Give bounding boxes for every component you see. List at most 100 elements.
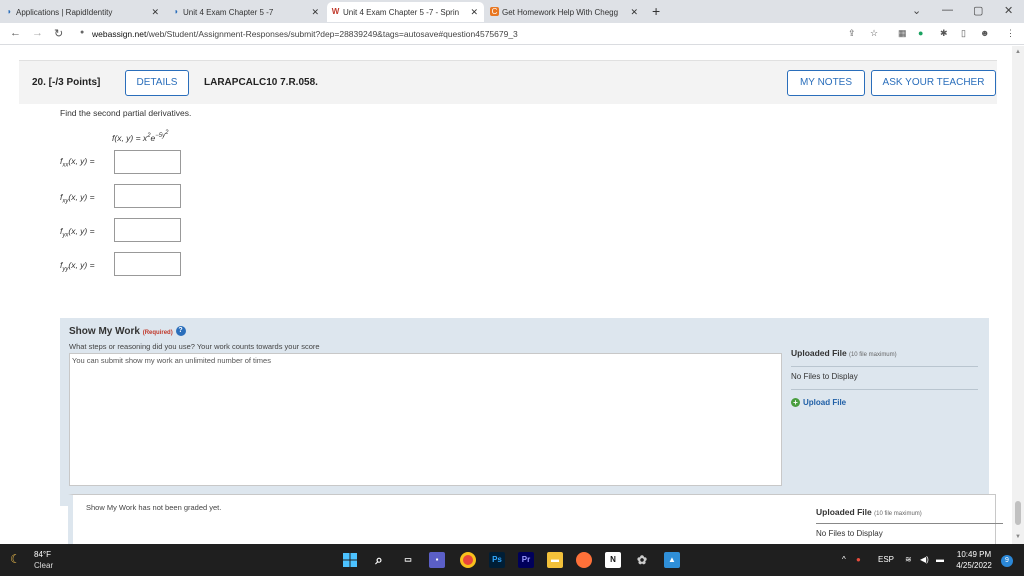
question-prompt: Find the second partial derivatives.	[60, 108, 192, 118]
address-path: /web/Student/Assignment-Responses/submit…	[146, 29, 518, 39]
browser-toolbar: ← → ↻ ● webassign.net/web/Student/Assign…	[0, 23, 1024, 45]
forward-arrow-icon[interactable]: →	[32, 27, 43, 39]
minimize-icon[interactable]: —	[942, 4, 953, 16]
tab-search-chevron-icon[interactable]: ⌄	[912, 4, 921, 17]
volume-icon[interactable]: ◀)	[920, 555, 929, 564]
question-header: 20. [-/3 Points] DETAILS LARAPCALC10 7.R…	[19, 60, 997, 104]
share-icon[interactable]: ⇪	[848, 28, 856, 39]
tab-close-icon[interactable]: ✕	[630, 7, 638, 18]
answer-input-fxy[interactable]	[114, 184, 181, 208]
profile-avatar-icon[interactable]: ☻	[980, 28, 989, 38]
weather-temperature: 84°F	[34, 550, 51, 559]
chrome-icon[interactable]	[460, 552, 476, 568]
show-my-work-heading: Show My Work	[69, 326, 140, 337]
show-hidden-icons-chevron-icon[interactable]: ^	[842, 555, 846, 564]
system-clock[interactable]: 10:49 PM 4/25/2022	[950, 549, 998, 571]
tab-close-icon[interactable]: ✕	[470, 7, 478, 18]
menu-kebab-icon[interactable]: ⋮	[1006, 28, 1015, 39]
tab-chegg[interactable]: C Get Homework Help With Chegg ✕	[486, 2, 644, 22]
add-circle-icon: +	[791, 398, 800, 407]
tab-unit4-exam-spring[interactable]: W Unit 4 Exam Chapter 5 -7 - Sprin ✕	[327, 2, 484, 22]
derivative-args: (x, y) =	[68, 260, 95, 270]
browser-tabstrip: ◑ Applications | RapidIdentity ✕ ◑ Unit …	[0, 0, 1024, 23]
page-content: 20. [-/3 Points] DETAILS LARAPCALC10 7.R…	[0, 46, 1012, 544]
my-notes-button[interactable]: MY NOTES	[787, 70, 865, 96]
graded-no-files-text: No Files to Display	[816, 529, 883, 538]
bookmark-star-icon[interactable]: ☆	[870, 28, 878, 39]
divider	[816, 523, 1003, 524]
derivative-args: (x, y) =	[68, 226, 95, 236]
photoshop-icon[interactable]: Ps	[489, 552, 505, 568]
question-number: 20. [-/3 Points]	[32, 77, 101, 88]
close-window-icon[interactable]: ✕	[1004, 4, 1013, 17]
derivative-args: (x, y) =	[68, 156, 95, 166]
clock-time: 10:49 PM	[956, 550, 992, 559]
upload-file-link[interactable]: + Upload File	[791, 398, 846, 407]
details-button[interactable]: DETAILS	[125, 70, 189, 96]
teams-chat-icon[interactable]: ▪	[429, 552, 445, 568]
windows-start-icon[interactable]	[342, 552, 358, 568]
divider	[791, 366, 978, 367]
photos-icon[interactable]: ▲	[664, 552, 680, 568]
task-view-icon[interactable]: ▭	[400, 552, 416, 568]
derivative-fxy-label: fxy(x, y) =	[60, 192, 95, 205]
function-exponent-2-power: 2	[165, 130, 169, 136]
extension-icon[interactable]: ▦	[898, 28, 907, 39]
battery-icon[interactable]: ▬	[936, 555, 944, 564]
uploaded-file-max: (10 file maximum)	[848, 352, 897, 358]
no-files-text: No Files to Display	[791, 372, 858, 381]
windows-taskbar: ☾ 84°F Clear ⌕ ▭ ▪ Ps Pr ▬ N ✿ ▲ ^ ● ESP…	[0, 544, 1024, 576]
file-explorer-icon[interactable]: ▬	[547, 552, 563, 568]
tab-close-icon[interactable]: ✕	[151, 7, 159, 18]
derivative-fyx-label: fyx(x, y) =	[60, 226, 95, 239]
help-icon[interactable]: ?	[175, 326, 186, 337]
firefox-icon[interactable]	[576, 552, 592, 568]
question-code: LARAPCALC10 7.R.058.	[204, 77, 318, 88]
reload-icon[interactable]: ↻	[54, 27, 63, 40]
rapididentity-icon: ◑	[6, 7, 11, 16]
weather-condition: Clear	[34, 561, 54, 570]
scroll-up-arrow-icon[interactable]: ▲	[1015, 49, 1021, 55]
extensions-puzzle-icon[interactable]: ✱	[940, 28, 948, 39]
tray-app-icon[interactable]: ●	[856, 555, 861, 564]
scroll-down-arrow-icon[interactable]: ▼	[1015, 534, 1021, 540]
tab-rapididentity[interactable]: ◑ Applications | RapidIdentity ✕	[0, 2, 165, 22]
new-tab-plus-icon[interactable]: +	[652, 3, 660, 19]
answer-input-fxx[interactable]	[114, 150, 181, 174]
graded-uploaded-file-header: Uploaded File (10 file maximum)	[816, 507, 922, 517]
lock-icon: ●	[80, 29, 85, 36]
openai-icon[interactable]: ✿	[634, 552, 650, 568]
address-host: webassign.net	[92, 29, 147, 39]
function-definition: f(x, y) = x2e−5y2	[112, 130, 168, 143]
answer-input-fyy[interactable]	[114, 252, 181, 276]
moon-icon: ☾	[10, 552, 21, 566]
divider	[791, 389, 978, 390]
back-arrow-icon[interactable]: ←	[10, 27, 21, 39]
address-bar[interactable]: ● webassign.net/web/Student/Assignment-R…	[76, 26, 896, 42]
show-my-work-title: Show My Work (Required) ?	[69, 326, 186, 337]
tab-title: Unit 4 Exam Chapter 5 -7	[183, 8, 274, 17]
answer-input-fyx[interactable]	[114, 218, 181, 242]
search-icon[interactable]: ⌕	[371, 552, 387, 568]
notion-icon[interactable]: N	[605, 552, 621, 568]
tab-title: Applications | RapidIdentity	[16, 8, 113, 17]
function-lhs: f(x, y) = x	[112, 132, 148, 143]
extension-green-icon[interactable]: ●	[918, 28, 923, 38]
maximize-icon[interactable]: ▢	[973, 4, 983, 17]
wa-icon: W	[331, 7, 340, 16]
show-my-work-textarea[interactable]: You can submit show my work an unlimited…	[69, 353, 782, 486]
page-scrollbar[interactable]: ▲ ▼	[1012, 46, 1024, 544]
sidepanel-icon[interactable]: ▯	[961, 28, 966, 39]
uploaded-file-header: Uploaded File (10 file maximum)	[791, 348, 978, 358]
tab-unit4-exam[interactable]: ◑ Unit 4 Exam Chapter 5 -7 ✕	[167, 2, 325, 22]
show-my-work-description: What steps or reasoning did you use? You…	[69, 342, 320, 351]
scrollbar-thumb[interactable]	[1015, 501, 1021, 525]
graded-uploaded-file-label: Uploaded File	[816, 507, 872, 517]
language-indicator[interactable]: ESP	[878, 555, 894, 564]
tab-close-icon[interactable]: ✕	[311, 7, 319, 18]
wifi-icon[interactable]: ≋	[905, 555, 912, 564]
ask-your-teacher-button[interactable]: ASK YOUR TEACHER	[871, 70, 996, 96]
premiere-icon[interactable]: Pr	[518, 552, 534, 568]
notification-badge[interactable]: 9	[1001, 555, 1013, 567]
required-label: (Required)	[142, 330, 173, 336]
